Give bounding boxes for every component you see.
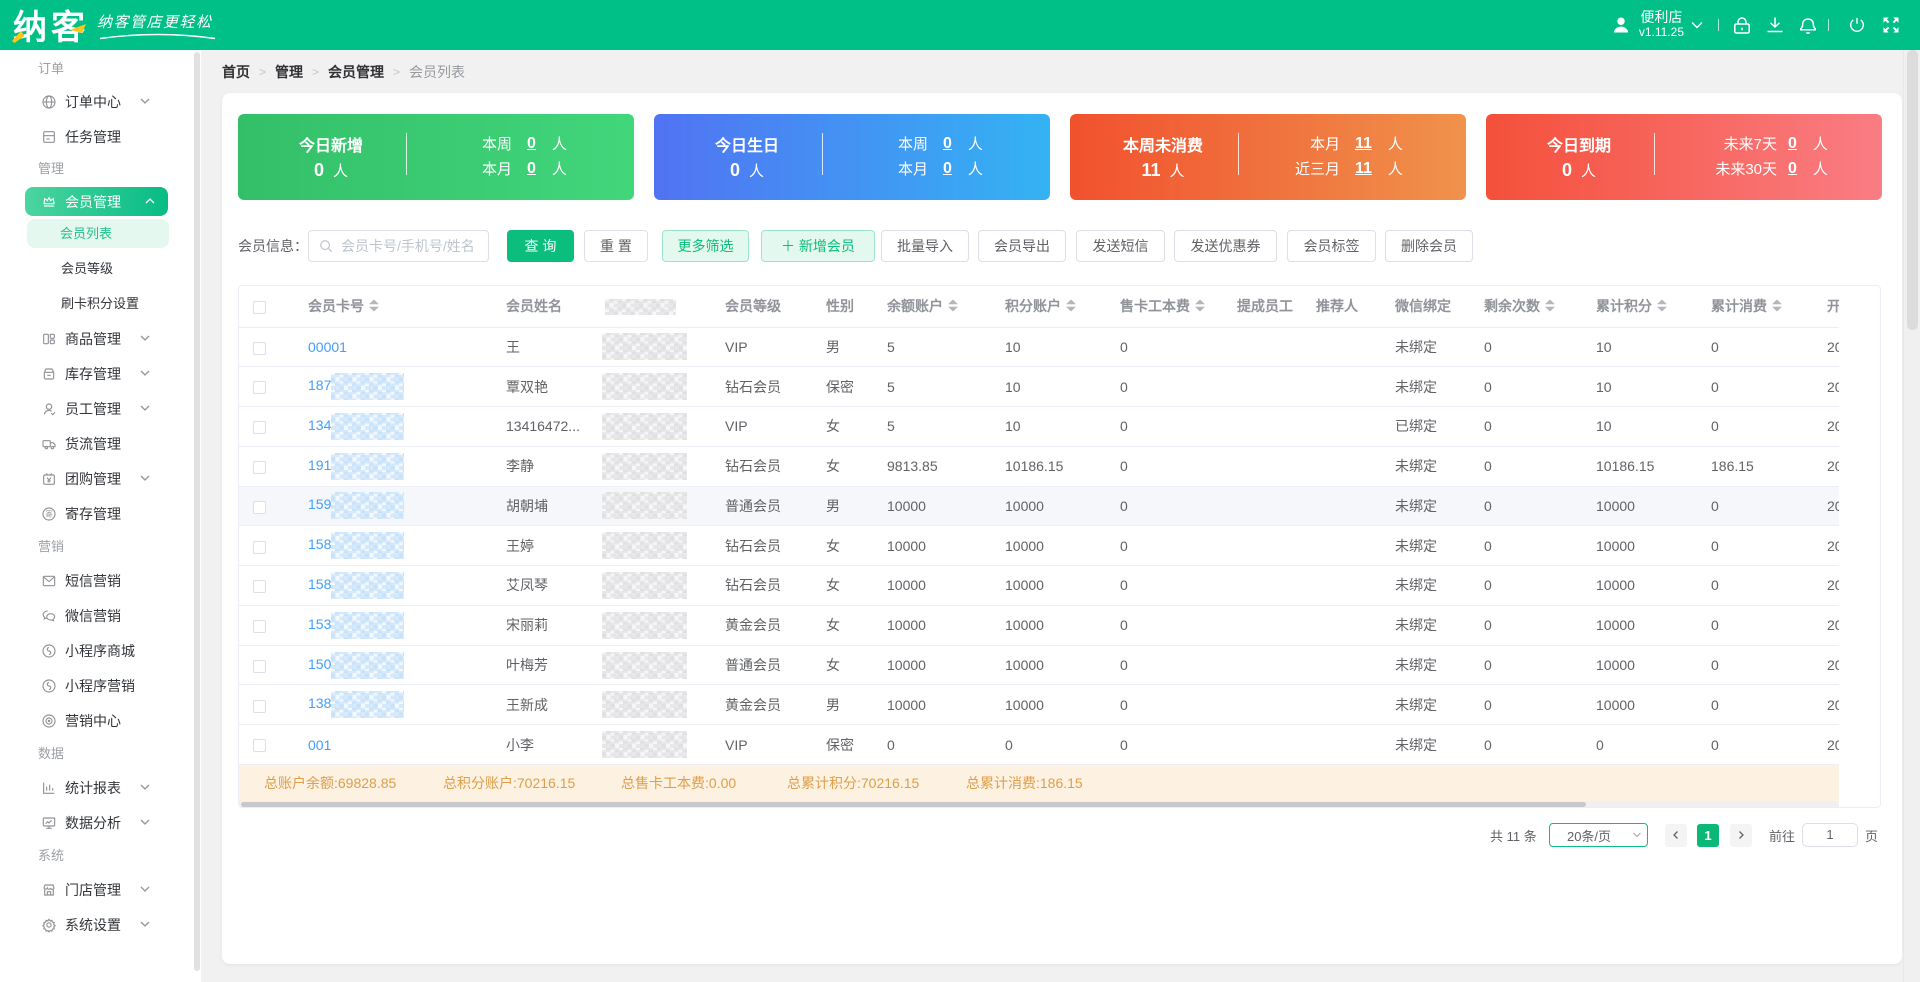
svg-text:寄: 寄 bbox=[45, 509, 52, 518]
svg-text:纳客管店更轻松: 纳客管店更轻松 bbox=[97, 14, 213, 31]
